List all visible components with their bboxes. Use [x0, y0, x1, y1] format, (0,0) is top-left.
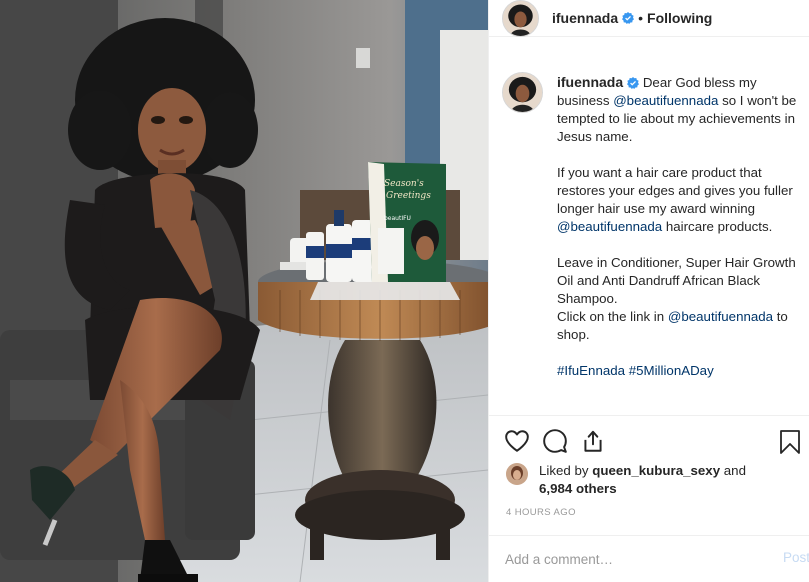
- caption-avatar[interactable]: [502, 72, 543, 113]
- verified-badge-icon: [622, 12, 635, 24]
- post-actions-section: Liked by queen_kubura_sexy and 6,984 oth…: [489, 415, 809, 535]
- author-avatar[interactable]: [502, 0, 539, 37]
- add-comment-bar: Post: [489, 535, 809, 582]
- post-comment-button[interactable]: Post: [783, 550, 809, 565]
- action-bar: [504, 428, 618, 454]
- comments-section: ifuennada Dear God bless my business @be…: [489, 55, 809, 415]
- mention-link[interactable]: @beautifuennada: [557, 219, 662, 234]
- likes-and: and: [720, 463, 746, 478]
- caption-row: ifuennada Dear God bless my business @be…: [502, 72, 800, 380]
- post-header: ifuennada • Following: [489, 0, 809, 37]
- post-detail-pane: ifuennada • Following ifuennada Dear God…: [488, 0, 809, 582]
- heart-icon[interactable]: [504, 428, 530, 454]
- caption-hashtags: #IfuEnnada #5MillionADay: [557, 362, 800, 380]
- caption-paragraph: If you want a hair care product that res…: [557, 164, 800, 236]
- avatar-image: [506, 463, 528, 485]
- card-line2: Greetings: [386, 191, 431, 201]
- liker-username[interactable]: queen_kubura_sexy: [592, 463, 720, 478]
- comment-input[interactable]: [505, 551, 760, 567]
- caption-paragraph: Click on the link in @beautifuennada to …: [557, 308, 800, 344]
- avatar-image: [503, 73, 542, 112]
- header-user: ifuennada • Following: [552, 10, 712, 26]
- post-image: Season's Greetings beautIFU: [0, 0, 488, 582]
- verified-badge-icon: [627, 77, 640, 90]
- comment-icon[interactable]: [542, 428, 568, 454]
- caption-text: ifuennada Dear God bless my business @be…: [557, 73, 800, 380]
- hashtag-link[interactable]: #5MillionADay: [629, 363, 714, 378]
- author-username[interactable]: ifuennada: [552, 10, 618, 26]
- share-icon[interactable]: [580, 428, 606, 454]
- liker-avatar[interactable]: [506, 463, 528, 485]
- avatar-image: [503, 0, 538, 36]
- mention-link[interactable]: @beautifuennada: [668, 309, 773, 324]
- hashtag-link[interactable]: #IfuEnnada: [557, 363, 625, 378]
- likes-text: Liked by queen_kubura_sexy and 6,984 oth…: [539, 462, 746, 498]
- caption-text-part: Click on the link in: [557, 309, 668, 324]
- card-brand: beautIFU: [384, 215, 411, 222]
- card-line1: Season's: [384, 179, 424, 189]
- caption-paragraph: Leave in Conditioner, Super Hair Growth …: [557, 255, 796, 306]
- caption-text-part: If you want a hair care product that res…: [557, 165, 793, 216]
- following-button[interactable]: Following: [647, 10, 712, 26]
- bookmark-icon[interactable]: [778, 429, 802, 455]
- likes-summary: Liked by queen_kubura_sexy and 6,984 oth…: [506, 462, 746, 498]
- post-timestamp[interactable]: 4 HOURS AGO: [506, 507, 576, 518]
- caption-text-part: haircare products.: [662, 219, 773, 234]
- likes-prefix: Liked by: [539, 463, 593, 478]
- caption-paragraph: ifuennada Dear God bless my business @be…: [557, 73, 800, 146]
- caption-username[interactable]: ifuennada: [557, 74, 623, 90]
- post-photo[interactable]: Season's Greetings beautIFU: [0, 0, 488, 582]
- header-separator: •: [638, 10, 644, 26]
- likes-count[interactable]: 6,984 others: [539, 481, 617, 496]
- mention-link[interactable]: @beautifuennada: [613, 93, 718, 108]
